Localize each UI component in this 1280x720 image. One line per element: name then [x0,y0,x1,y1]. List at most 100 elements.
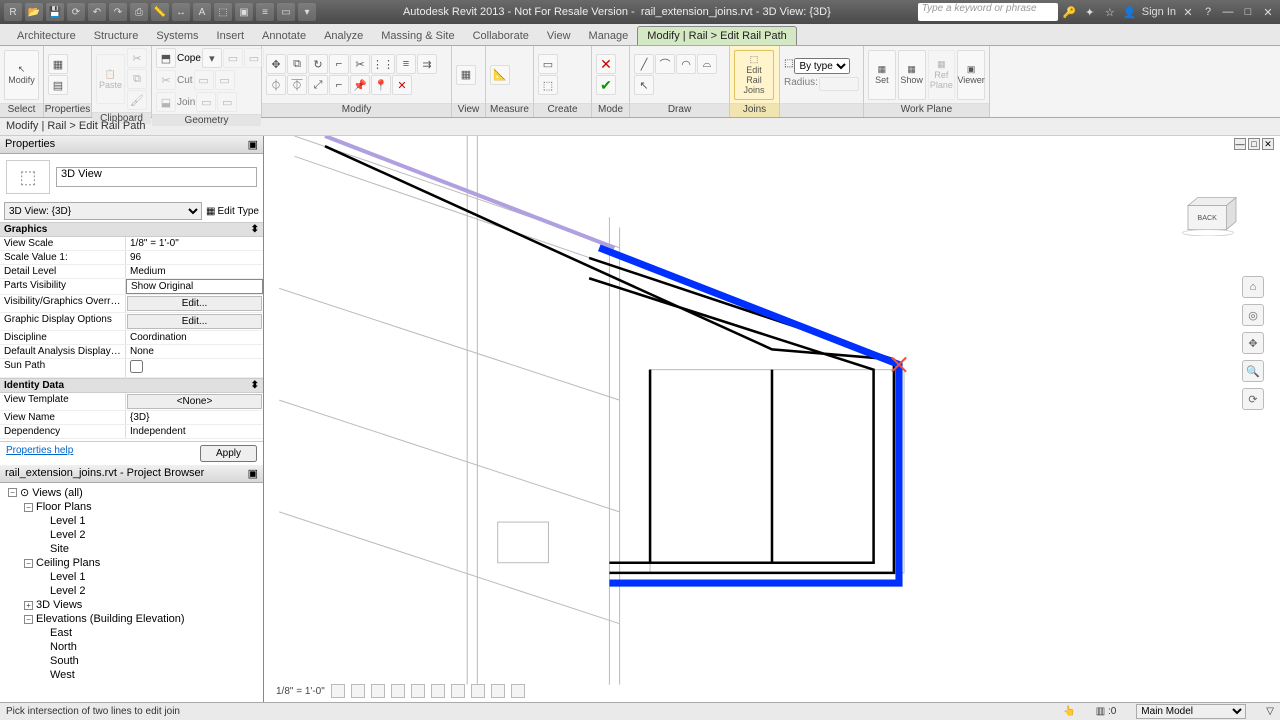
pick-icon[interactable]: ↖ [634,75,654,95]
arc-icon[interactable]: ⌒ [655,54,675,74]
dim-icon[interactable]: ↔ [172,3,190,21]
tree-ceiling-plans[interactable]: −Ceiling Plans [2,556,261,570]
set-plane-button[interactable]: ▦Set [868,50,896,100]
tab-systems[interactable]: Systems [147,27,207,45]
lock3d-icon[interactable] [471,684,485,698]
arc3-icon[interactable]: ⌓ [697,54,717,74]
temp-hide-icon[interactable] [491,684,505,698]
move-icon[interactable]: ✥ [266,54,286,74]
open-icon[interactable]: 📂 [25,3,43,21]
detail-level-value[interactable]: Medium [126,265,263,278]
view-scale-display[interactable]: 1/8" = 1'-0" [276,686,325,697]
tree-east[interactable]: East [2,626,261,640]
tree-floor-plans[interactable]: −Floor Plans [2,500,261,514]
join-type-select[interactable]: By type [794,58,850,74]
measure-icon[interactable]: 📏 [151,3,169,21]
workset-select[interactable]: Main Model [1136,704,1246,719]
tab-insert[interactable]: Insert [208,27,254,45]
create1-icon[interactable]: ▭ [538,54,558,74]
search-input[interactable]: Type a keyword or phrase [918,3,1058,21]
measure-tool-icon[interactable]: 📐 [490,65,510,85]
view-ctl-icon[interactable]: ▦ [456,65,476,85]
finish-mode-icon[interactable]: ✔ [596,75,616,95]
type-prop-icon[interactable]: ▦ [48,54,68,74]
tab-massing[interactable]: Massing & Site [372,27,463,45]
tree-site[interactable]: Site [2,542,261,556]
minimize-icon[interactable]: — [1220,4,1236,20]
modify-tool[interactable]: ↖Modify [4,50,39,100]
apply-button[interactable]: Apply [200,445,257,462]
section-identity[interactable]: Identity Data⬍ [0,378,263,393]
sign-in-link[interactable]: Sign In [1142,6,1176,18]
switch-windows-icon[interactable]: ▾ [298,3,316,21]
print-icon[interactable]: ⎙ [130,3,148,21]
instance-filter-select[interactable]: 3D View: {3D} [4,202,202,220]
tab-annotate[interactable]: Annotate [253,27,315,45]
render-icon[interactable] [411,684,425,698]
view-scale-value[interactable]: 1/8" = 1'-0" [126,237,263,250]
view-name-value[interactable]: {3D} [126,411,263,424]
properties-close-icon[interactable]: ▣ [248,138,258,151]
line-icon[interactable]: ╱ [634,54,654,74]
reveal-icon[interactable] [511,684,525,698]
scale-value-value[interactable]: 96 [126,251,263,264]
home-icon[interactable]: ⌂ [1242,276,1264,298]
visual-style-icon[interactable] [351,684,365,698]
show-plane-button[interactable]: ▦Show [898,50,926,100]
tab-manage[interactable]: Manage [580,27,638,45]
drawing-canvas[interactable] [264,136,1280,705]
exchange-icon[interactable]: ✦ [1082,4,1098,20]
pan-icon[interactable]: ✥ [1242,332,1264,354]
unpin-icon[interactable]: 📍 [371,75,391,95]
tree-cp-level2[interactable]: Level 2 [2,584,261,598]
cope-drop[interactable]: ▾ [202,48,222,68]
tab-analyze[interactable]: Analyze [315,27,372,45]
cancel-mode-icon[interactable]: ✕ [596,54,616,74]
section-icon[interactable]: ▣ [235,3,253,21]
subscription-icon[interactable]: 🔑 [1062,4,1078,20]
press-drag-icon[interactable]: 👆 [1063,706,1075,717]
sunpath-checkbox[interactable] [126,359,263,377]
scale-icon[interactable]: ⤢ [308,75,328,95]
maximize-icon[interactable]: □ [1240,4,1256,20]
tree-elevations[interactable]: −Elevations (Building Elevation) [2,612,261,626]
wheel-icon[interactable]: ◎ [1242,304,1264,326]
trim2-icon[interactable]: ⌐ [329,75,349,95]
instance-prop-icon[interactable]: ▤ [48,75,68,95]
tree-level2[interactable]: Level 2 [2,528,261,542]
viewport[interactable]: — □ ✕ [264,136,1280,702]
dads-value[interactable]: None [126,345,263,358]
split-icon[interactable]: ✂ [350,54,370,74]
view-template-button[interactable]: <None> [127,394,262,409]
tab-collaborate[interactable]: Collaborate [464,27,538,45]
text-icon[interactable]: A [193,3,211,21]
properties-help-link[interactable]: Properties help [6,445,73,462]
mirror-icon[interactable]: ⏀ [266,75,286,95]
orbit-icon[interactable]: ⟳ [1242,388,1264,410]
star-icon[interactable]: ☆ [1102,4,1118,20]
tree-north[interactable]: North [2,640,261,654]
tab-modify-rail[interactable]: Modify | Rail > Edit Rail Path [637,26,797,45]
close-hidden-icon[interactable]: ▭ [277,3,295,21]
cope-button[interactable]: ⬒ [156,48,176,68]
tab-view[interactable]: View [538,27,580,45]
redo-icon[interactable]: ↷ [109,3,127,21]
undo-icon[interactable]: ↶ [88,3,106,21]
viewer-button[interactable]: ▣Viewer [957,50,985,100]
array-icon[interactable]: ⋮⋮ [371,54,395,74]
copy2-icon[interactable]: ⧉ [287,54,307,74]
gdo-edit-button[interactable]: Edit... [127,314,262,329]
tree-west[interactable]: West [2,668,261,682]
parts-vis-value[interactable]: Show Original [126,279,263,294]
browser-close-icon[interactable]: ▣ [248,467,258,480]
detail-level-icon[interactable] [331,684,345,698]
crop-region-icon[interactable] [451,684,465,698]
crop-icon[interactable] [431,684,445,698]
create2-icon[interactable]: ⬚ [538,75,558,95]
align-icon[interactable]: ≡ [396,54,416,74]
thin-lines-icon[interactable]: ≡ [256,3,274,21]
select-filter-icon[interactable]: ▽ [1266,706,1274,717]
view-cube[interactable]: BACK [1180,196,1244,236]
tree-south[interactable]: South [2,654,261,668]
view3d-icon[interactable]: ⬚ [214,3,232,21]
